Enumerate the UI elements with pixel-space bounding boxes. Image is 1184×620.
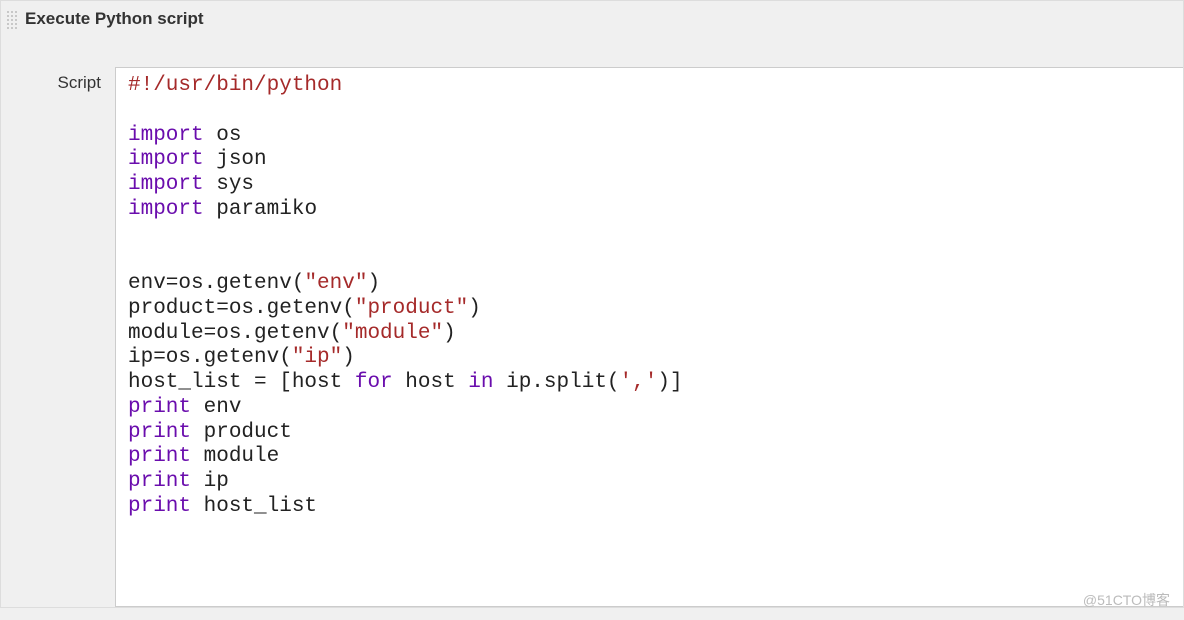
code-keyword: for	[355, 371, 393, 394]
code-keyword: import	[128, 198, 204, 221]
code-keyword: import	[128, 124, 204, 147]
code-keyword: import	[128, 173, 204, 196]
code-text: )]	[657, 371, 682, 394]
code-text: env=os.getenv(	[128, 272, 304, 295]
code-text: env	[191, 396, 241, 419]
code-keyword: print	[128, 495, 191, 518]
panel-body: Script #!/usr/bin/python import os impor…	[1, 67, 1183, 607]
code-text: module=os.getenv(	[128, 322, 342, 345]
code-keyword: print	[128, 470, 191, 493]
code-shebang: #!/usr/bin/python	[128, 74, 342, 97]
code-string: ','	[620, 371, 658, 394]
script-textarea[interactable]: #!/usr/bin/python import os import json …	[115, 67, 1183, 607]
code-text: product	[191, 421, 292, 444]
code-text: ip	[191, 470, 229, 493]
build-step-panel: Execute Python script Script #!/usr/bin/…	[0, 0, 1184, 608]
code-text: )	[342, 346, 355, 369]
script-label: Script	[31, 67, 101, 93]
code-keyword: import	[128, 148, 204, 171]
code-string: "ip"	[292, 346, 342, 369]
code-text: host_list = [host	[128, 371, 355, 394]
code-text: module	[191, 445, 279, 468]
code-text: os	[204, 124, 242, 147]
code-text: sys	[204, 173, 254, 196]
code-text: ip=os.getenv(	[128, 346, 292, 369]
code-keyword: in	[468, 371, 493, 394]
drag-handle-icon[interactable]	[5, 9, 19, 29]
code-text: )	[443, 322, 456, 345]
code-text: )	[468, 297, 481, 320]
code-keyword: print	[128, 445, 191, 468]
code-string: "module"	[342, 322, 443, 345]
code-text: json	[204, 148, 267, 171]
code-text: host_list	[191, 495, 317, 518]
code-string: "product"	[355, 297, 468, 320]
code-text: host	[393, 371, 469, 394]
code-string: "env"	[304, 272, 367, 295]
code-keyword: print	[128, 396, 191, 419]
code-keyword: print	[128, 421, 191, 444]
panel-header: Execute Python script	[1, 1, 1183, 37]
code-text: ip.split(	[494, 371, 620, 394]
panel-title: Execute Python script	[25, 9, 204, 29]
code-text: product=os.getenv(	[128, 297, 355, 320]
code-text: paramiko	[204, 198, 317, 221]
watermark: @51CTO博客	[1083, 590, 1170, 610]
code-text: )	[367, 272, 380, 295]
